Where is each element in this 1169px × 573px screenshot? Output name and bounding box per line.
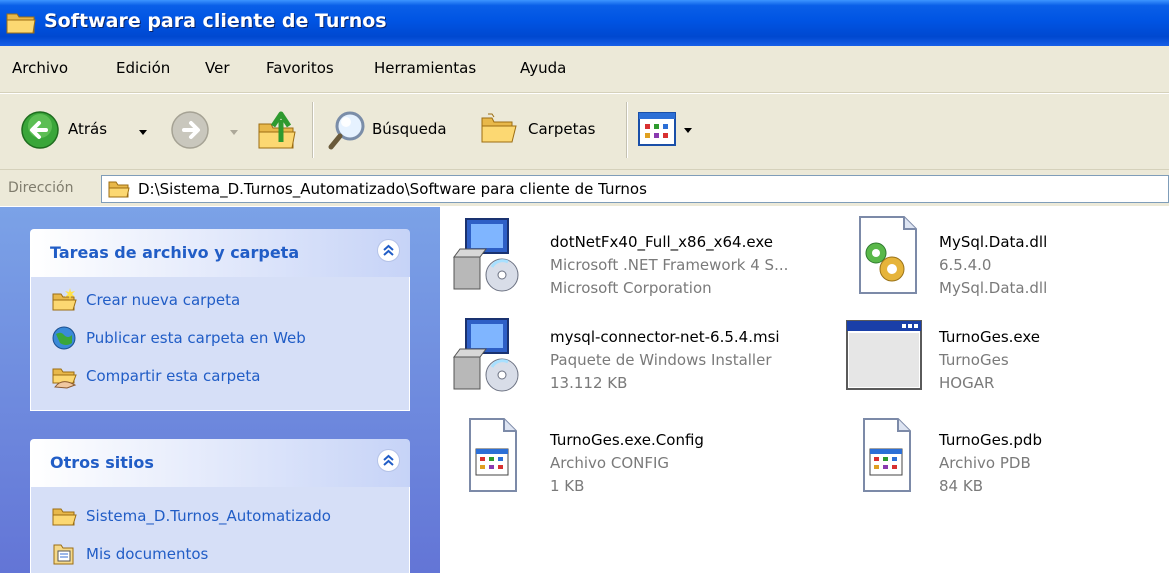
search-button[interactable]: Búsqueda (326, 104, 466, 156)
file-tasks-panel: Tareas de archivo y carpeta Crear nueva … (30, 229, 410, 411)
file-size: 84 KB (939, 477, 983, 495)
folder-icon (52, 508, 77, 526)
menu-herramientas[interactable]: Herramientas (374, 59, 476, 77)
pdb-file-icon (863, 418, 911, 492)
file-name: TurnoGes.exe.Config (550, 431, 704, 449)
back-button[interactable]: Atrás (8, 104, 158, 156)
toolbar: Atrás Búsqueda Carpetas (0, 93, 1169, 169)
file-item[interactable]: TurnoGes.exe.Config Archivo CONFIG 1 KB (464, 417, 844, 507)
forward-arrow-icon (171, 111, 209, 149)
place-label: Sistema_D.Turnos_Automatizado (86, 507, 331, 525)
other-places-panel: Otros sitios Sistema_D.Turnos_Automatiza… (30, 439, 410, 573)
publish-web-icon (52, 326, 76, 350)
file-item[interactable]: dotNetFx40_Full_x86_x64.exe Microsoft .N… (446, 215, 846, 305)
address-path: D:\Sistema_D.Turnos_Automatizado\Softwar… (138, 180, 647, 198)
file-description: TurnoGes (939, 351, 1009, 369)
file-item[interactable]: TurnoGes.pdb Archivo PDB 84 KB (858, 417, 1158, 507)
file-item[interactable]: TurnoGes.exe TurnoGes HOGAR (844, 315, 1154, 405)
task-label: Crear nueva carpeta (86, 291, 241, 309)
file-type: Archivo CONFIG (550, 454, 670, 472)
address-input[interactable]: D:\Sistema_D.Turnos_Automatizado\Softwar… (101, 175, 1169, 203)
file-tasks-body: Crear nueva carpeta Publicar esta carpet… (30, 277, 410, 411)
menu-ver[interactable]: Ver (205, 59, 230, 77)
folders-label: Carpetas (528, 120, 596, 138)
folders-icon (481, 113, 517, 143)
place-parent-folder[interactable]: Sistema_D.Turnos_Automatizado (51, 503, 331, 529)
menu-bar: Archivo Edición Ver Favoritos Herramient… (0, 46, 1169, 93)
file-type: Paquete de Windows Installer (550, 351, 772, 369)
msi-package-icon (453, 318, 519, 392)
folder-icon (6, 13, 36, 34)
file-tasks-title: Tareas de archivo y carpeta (50, 243, 300, 262)
back-label: Atrás (68, 120, 108, 138)
task-publish-web[interactable]: Publicar esta carpeta en Web (51, 325, 306, 351)
new-folder-icon (52, 288, 77, 311)
other-places-title: Otros sitios (50, 453, 154, 472)
back-dropdown-icon[interactable] (139, 130, 147, 135)
back-arrow-icon (21, 111, 59, 149)
folders-button[interactable]: Carpetas (478, 104, 618, 156)
search-label: Búsqueda (372, 120, 447, 138)
folder-icon (108, 181, 130, 198)
search-icon (328, 111, 365, 150)
dll-icon (859, 216, 917, 294)
task-pane: Tareas de archivo y carpeta Crear nueva … (0, 207, 440, 573)
task-label: Compartir esta carpeta (86, 367, 261, 385)
file-name: MySql.Data.dll (939, 233, 1048, 251)
installer-icon (453, 218, 519, 292)
toolbar-separator (626, 102, 628, 158)
menu-favoritos[interactable]: Favoritos (266, 59, 334, 77)
file-type: Archivo PDB (939, 454, 1031, 472)
file-company: HOGAR (939, 374, 995, 392)
file-description: Microsoft .NET Framework 4 S... (550, 256, 789, 274)
file-tasks-header[interactable]: Tareas de archivo y carpeta (30, 229, 410, 277)
menu-ayuda[interactable]: Ayuda (520, 59, 566, 77)
file-description: MySql.Data.dll (939, 279, 1048, 297)
config-file-icon (469, 418, 517, 492)
file-name: mysql-connector-net-6.5.4.msi (550, 328, 780, 346)
task-share-folder[interactable]: Compartir esta carpeta (51, 363, 260, 389)
task-label: Publicar esta carpeta en Web (86, 329, 306, 347)
place-my-documents[interactable]: Mis documentos (51, 541, 208, 567)
address-label: Dirección (8, 180, 74, 196)
forward-button[interactable] (170, 110, 210, 150)
menu-edicion[interactable]: Edición (116, 59, 170, 77)
address-bar: Dirección D:\Sistema_D.Turnos_Automatiza… (0, 169, 1169, 206)
collapse-icon[interactable] (377, 239, 400, 262)
other-places-header[interactable]: Otros sitios (30, 439, 410, 487)
file-name: dotNetFx40_Full_x86_x64.exe (550, 233, 773, 251)
my-documents-icon (53, 544, 74, 565)
share-folder-icon (52, 368, 77, 389)
explorer-window: Software para cliente de Turnos Archivo … (0, 0, 1169, 573)
other-places-body: Sistema_D.Turnos_Automatizado Mis docume… (30, 487, 410, 573)
place-label: Mis documentos (86, 545, 209, 563)
application-window-icon (846, 320, 922, 390)
file-item[interactable]: mysql-connector-net-6.5.4.msi Paquete de… (446, 315, 846, 405)
title-bar[interactable]: Software para cliente de Turnos (0, 0, 1169, 46)
file-name: TurnoGes.exe (939, 328, 1041, 346)
views-icon (638, 112, 676, 146)
up-folder-button[interactable] (255, 106, 299, 152)
file-name: TurnoGes.pdb (939, 431, 1042, 449)
file-size: 13.112 KB (550, 374, 628, 392)
toolbar-separator (312, 102, 314, 158)
views-button[interactable] (638, 112, 704, 150)
collapse-icon[interactable] (377, 449, 400, 472)
views-dropdown-icon (684, 128, 692, 133)
file-item[interactable]: MySql.Data.dll 6.5.4.0 MySql.Data.dll (854, 215, 1154, 305)
file-size: 1 KB (550, 477, 585, 495)
file-version: 6.5.4.0 (939, 256, 992, 274)
task-new-folder[interactable]: Crear nueva carpeta (51, 287, 240, 313)
menu-archivo[interactable]: Archivo (12, 59, 68, 77)
forward-dropdown-icon[interactable] (230, 130, 238, 135)
window-title: Software para cliente de Turnos (44, 10, 387, 32)
file-list: dotNetFx40_Full_x86_x64.exe Microsoft .N… (440, 207, 1169, 573)
file-company: Microsoft Corporation (550, 279, 712, 297)
up-folder-icon (258, 111, 296, 149)
